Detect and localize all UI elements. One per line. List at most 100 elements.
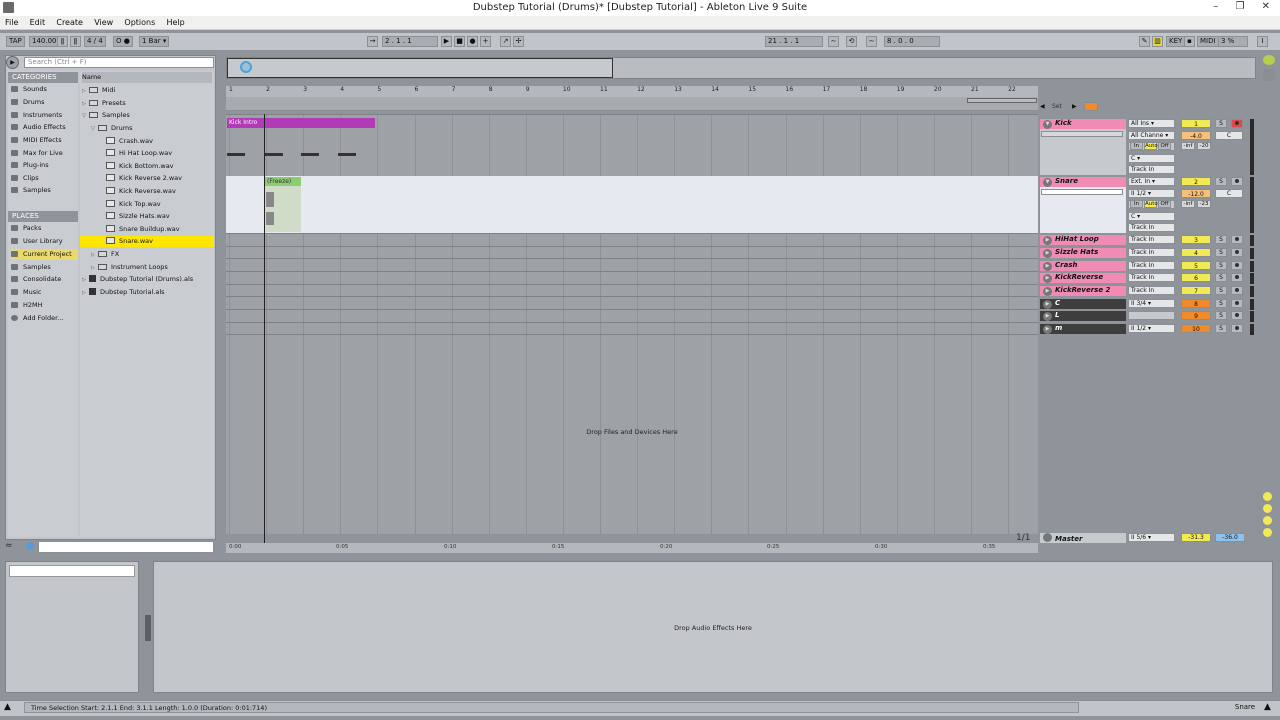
loop-brace-bar[interactable] xyxy=(226,97,1038,111)
time-signature-field[interactable]: 4 / 4 xyxy=(84,36,106,47)
tree-item[interactable]: Crash.wav xyxy=(106,136,153,147)
master-track-header[interactable]: Master xyxy=(1040,533,1126,543)
nudge-icon[interactable]: ǁ xyxy=(57,36,68,47)
tree-item[interactable]: ▷ Dubstep Tutorial.als xyxy=(82,287,165,298)
io-routing-select[interactable]: C ▾ xyxy=(1128,211,1175,221)
track-name-field[interactable] xyxy=(1041,189,1123,195)
cue-volume[interactable]: -36.0 xyxy=(1215,533,1245,542)
fold-icon[interactable]: ▶ xyxy=(1043,249,1052,258)
track-header-2[interactable]: ▼ Snare xyxy=(1040,177,1126,187)
volume-field[interactable]: -4.0 xyxy=(1181,130,1211,140)
arm-record-button[interactable] xyxy=(1231,177,1243,186)
tree-item[interactable]: ▷ Presets xyxy=(82,98,126,109)
menu-edit[interactable]: Edit xyxy=(25,16,50,27)
category-sounds[interactable]: Sounds xyxy=(11,84,47,95)
automation-arm-icon[interactable]: ↗ xyxy=(500,36,511,47)
track-header-9[interactable]: ▶ L xyxy=(1040,311,1126,321)
arm-record-button[interactable] xyxy=(1231,286,1243,295)
track-activator-button[interactable]: 4 xyxy=(1181,248,1211,257)
solo-button[interactable]: S xyxy=(1215,261,1227,270)
track-header-3[interactable]: ▶ HiHat Loop xyxy=(1040,235,1126,245)
tree-item[interactable]: Kick Reverse 2.wav xyxy=(106,173,182,184)
category-plug-ins[interactable]: Plug-ins xyxy=(11,160,49,171)
loop-start-field[interactable]: 21 . 1 . 1 xyxy=(765,36,823,47)
track-header-4[interactable]: ▶ Sizzle Hats xyxy=(1040,248,1126,258)
io-routing-select[interactable]: C ▾ xyxy=(1128,153,1175,163)
minimize-button[interactable]: – xyxy=(1213,1,1218,12)
tempo-field[interactable]: 140.00 xyxy=(29,36,60,47)
io-routing-select[interactable]: II 1/2 ▾ xyxy=(1128,324,1175,333)
overview-visible-range[interactable] xyxy=(227,58,613,78)
tree-item[interactable]: Kick Bottom.wav xyxy=(106,161,174,172)
overdub-icon[interactable]: + xyxy=(480,36,491,47)
set-left-arrow-icon[interactable]: ◀ xyxy=(1040,103,1050,111)
loop-switch-icon[interactable]: ⟲ xyxy=(846,36,857,47)
arm-record-button[interactable] xyxy=(1231,311,1243,320)
input-channel-label[interactable]: Track In xyxy=(1128,261,1175,270)
place-packs[interactable]: Packs xyxy=(11,223,41,234)
monitor-auto-button[interactable]: Auto xyxy=(1144,200,1158,208)
io-routing-select[interactable] xyxy=(1128,311,1175,320)
preview-icon[interactable] xyxy=(26,542,34,550)
mixer-toggle-icon[interactable] xyxy=(1263,528,1272,537)
track-activator-button[interactable]: 6 xyxy=(1181,273,1211,282)
category-samples[interactable]: Samples xyxy=(11,185,51,196)
time-ruler[interactable]: 0:00 0:05 0:10 0:15 0:20 0:25 0:30 0:35 xyxy=(226,543,1038,553)
selected-track-lane[interactable] xyxy=(226,176,1038,233)
returns-toggle-icon[interactable] xyxy=(1263,516,1272,525)
solo-button[interactable]: S xyxy=(1215,286,1227,295)
category-instruments[interactable]: Instruments xyxy=(11,110,62,121)
tree-item[interactable]: ▷ Dubstep Tutorial (Drums).als xyxy=(82,274,193,285)
draw-mode-icon[interactable]: ✎ xyxy=(1139,36,1150,47)
re-enable-automation-icon[interactable]: ✢ xyxy=(513,36,524,47)
arm-record-button[interactable] xyxy=(1231,248,1243,257)
place-user-library[interactable]: User Library xyxy=(11,236,63,247)
solo-button[interactable]: S xyxy=(1215,324,1227,333)
master-output-select[interactable]: II 5/6 ▾ xyxy=(1128,533,1175,542)
track-activator-button[interactable]: 5 xyxy=(1181,261,1211,270)
set-label[interactable]: Set xyxy=(1052,103,1068,111)
tree-item[interactable]: Kick Top.wav xyxy=(106,199,161,210)
fold-icon[interactable]: ▶ xyxy=(1043,325,1052,334)
monitor-auto-button[interactable]: Auto xyxy=(1144,142,1158,150)
fold-icon[interactable]: ▶ xyxy=(1043,274,1052,283)
session-view-icon[interactable] xyxy=(1263,55,1275,65)
song-position-field[interactable]: 2 . 1 . 1 xyxy=(382,36,438,47)
name-column-header[interactable]: Name xyxy=(82,72,212,83)
io-toggle-icon[interactable] xyxy=(1263,492,1272,501)
menu-options[interactable]: Options xyxy=(119,16,159,27)
io-routing-select[interactable]: Ext. In ▾ xyxy=(1128,177,1175,186)
tree-item[interactable]: Sizzle Hats.wav xyxy=(106,211,170,222)
track-name-field[interactable] xyxy=(1041,131,1123,137)
category-clips[interactable]: Clips xyxy=(11,173,39,184)
set-right-arrow-icon[interactable]: ▶ xyxy=(1072,103,1080,111)
category-drums[interactable]: Drums xyxy=(11,97,45,108)
add-folder-button[interactable]: Add Folder... xyxy=(11,313,63,324)
track-header-8[interactable]: ▶ C xyxy=(1040,299,1126,309)
menu-help[interactable]: Help xyxy=(162,16,189,27)
sends-toggle-icon[interactable] xyxy=(1263,504,1272,513)
record-icon[interactable]: ● xyxy=(467,36,478,47)
pan-field[interactable]: C xyxy=(1215,130,1243,140)
fold-icon[interactable]: ▼ xyxy=(1043,120,1052,129)
close-button[interactable]: ✕ xyxy=(1262,1,1270,12)
monitor-in-button[interactable]: In xyxy=(1130,200,1143,208)
tree-item[interactable]: ▷ Midi xyxy=(82,85,115,96)
monitor-in-button[interactable]: In xyxy=(1130,142,1143,150)
pan-field[interactable]: C xyxy=(1215,188,1243,198)
stop-icon[interactable]: ■ xyxy=(454,36,465,47)
tree-item[interactable]: ▽ Drums xyxy=(91,123,133,134)
tree-item[interactable]: ▷ FX xyxy=(91,249,119,260)
tree-item[interactable]: Snare Buildup.wav xyxy=(106,224,180,235)
device-chooser-header[interactable] xyxy=(9,565,135,577)
tree-item-selected[interactable]: Snare.wav xyxy=(80,236,214,247)
solo-button[interactable]: S xyxy=(1215,299,1227,308)
follow-icon[interactable]: → xyxy=(367,36,378,47)
restore-button[interactable]: ❐ xyxy=(1235,1,1244,12)
loop-brace[interactable] xyxy=(967,98,1037,103)
place-current-project[interactable]: Current Project xyxy=(11,249,78,260)
track-activator-button[interactable]: 10 xyxy=(1181,324,1211,333)
arm-record-button[interactable] xyxy=(1231,299,1243,308)
track-activator-button[interactable]: 2 xyxy=(1181,177,1211,186)
solo-button[interactable]: S xyxy=(1215,177,1227,186)
